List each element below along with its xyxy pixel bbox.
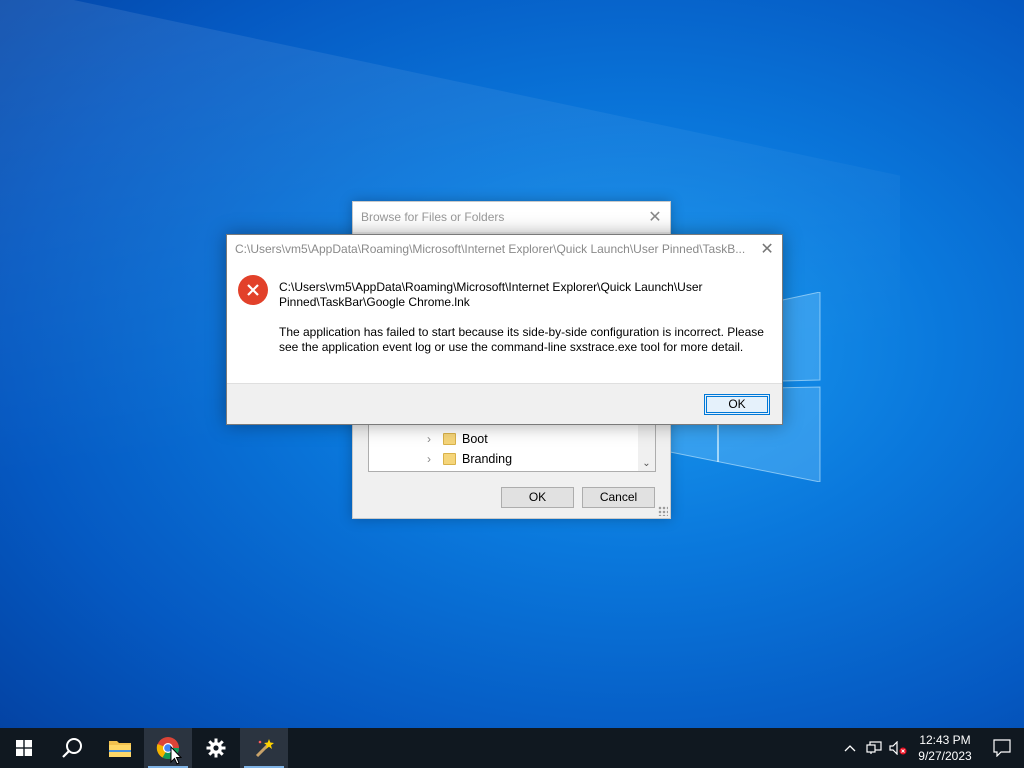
ok-button[interactable]: OK xyxy=(704,394,770,415)
browse-dialog-titlebar[interactable]: Browse for Files or Folders ✕ xyxy=(353,202,670,232)
action-center-button[interactable] xyxy=(980,728,1024,768)
search-icon xyxy=(62,738,82,758)
error-path-line-1: C:\Users\vm5\AppData\Roaming\Microsoft\I… xyxy=(279,280,703,294)
tree-item-label: Boot xyxy=(462,432,488,446)
close-icon[interactable]: ✕ xyxy=(640,207,670,227)
tree-scrollbar[interactable]: ⌄ xyxy=(638,425,655,471)
clock[interactable]: 12:43 PM 9/27/2023 xyxy=(910,732,980,764)
browse-ok-button[interactable]: OK xyxy=(501,487,574,508)
system-tray: 12:43 PM 9/27/2023 xyxy=(838,728,1024,768)
chevron-right-icon[interactable]: › xyxy=(427,432,437,446)
browse-cancel-button[interactable]: Cancel xyxy=(582,487,655,508)
folder-icon xyxy=(443,453,456,465)
gear-icon xyxy=(206,738,226,758)
tree-item-branding[interactable]: › Branding xyxy=(427,449,512,469)
notification-icon xyxy=(993,739,1011,757)
error-text-line-2: see the application event log or use the… xyxy=(279,340,744,354)
clock-time: 12:43 PM xyxy=(919,733,971,747)
error-text-line-1: The application has failed to start beca… xyxy=(279,325,764,339)
network-tray-button[interactable] xyxy=(862,728,886,768)
volume-muted-icon xyxy=(889,741,907,755)
error-dialog-footer: OK xyxy=(227,383,782,424)
windows-icon xyxy=(16,740,32,756)
search-button[interactable] xyxy=(48,728,96,768)
close-icon[interactable]: ✕ xyxy=(752,239,782,259)
tree-item-boot[interactable]: › Boot xyxy=(427,429,488,449)
magic-wand-icon xyxy=(255,739,274,758)
browse-dialog-title: Browse for Files or Folders xyxy=(361,210,505,224)
settings-button[interactable] xyxy=(192,728,240,768)
error-icon xyxy=(238,275,268,305)
resize-grip[interactable] xyxy=(658,506,668,516)
error-dialog-title: C:\Users\vm5\AppData\Roaming\Microsoft\I… xyxy=(235,242,746,256)
wand-app-button[interactable] xyxy=(240,728,288,768)
error-path-line-2: Pinned\TaskBar\Google Chrome.lnk xyxy=(279,295,470,309)
tree-item-label: Branding xyxy=(462,452,513,466)
file-explorer-button[interactable] xyxy=(96,728,144,768)
chevron-right-icon[interactable]: › xyxy=(427,452,437,466)
taskbar: 12:43 PM 9/27/2023 xyxy=(0,728,1024,768)
folder-icon xyxy=(443,433,456,445)
error-message: C:\Users\vm5\AppData\Roaming\Microsoft\I… xyxy=(279,280,769,370)
mouse-cursor-icon xyxy=(170,746,182,765)
clock-date: 9/27/2023 xyxy=(918,749,972,763)
folder-icon xyxy=(109,741,131,757)
volume-tray-button[interactable] xyxy=(886,728,910,768)
chevron-up-icon xyxy=(844,745,856,752)
folder-tree[interactable]: › Boot › Branding ⌄ xyxy=(368,424,656,472)
show-hidden-icons-button[interactable] xyxy=(838,728,862,768)
error-dialog: C:\Users\vm5\AppData\Roaming\Microsoft\I… xyxy=(226,234,783,425)
network-icon xyxy=(866,741,882,754)
start-button[interactable] xyxy=(0,728,48,768)
chrome-taskbar-button[interactable] xyxy=(144,728,192,768)
error-dialog-titlebar[interactable]: C:\Users\vm5\AppData\Roaming\Microsoft\I… xyxy=(227,235,782,263)
chevron-down-icon[interactable]: ⌄ xyxy=(638,458,655,469)
